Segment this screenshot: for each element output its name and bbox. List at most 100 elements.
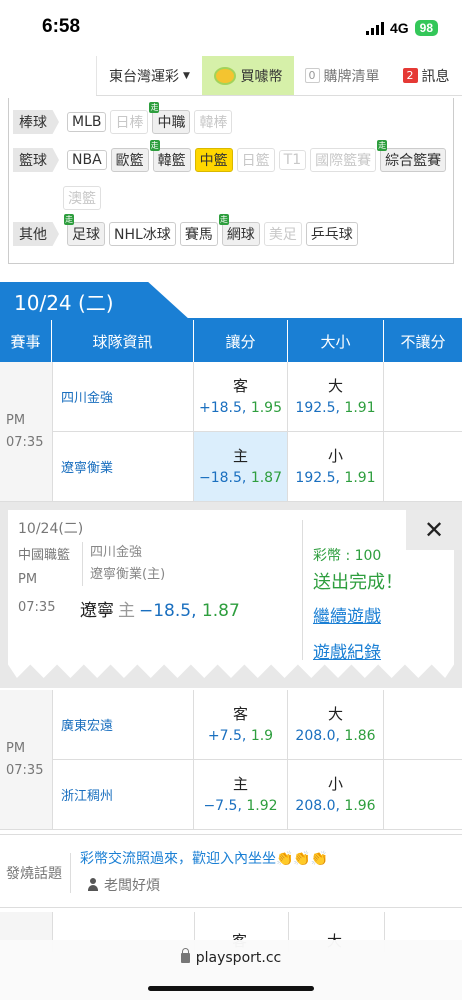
total-odds-cell[interactable]: 大 208.0, 1.86 [288,690,384,759]
walk-tag: 走 [149,102,160,113]
team-name[interactable]: 廣東宏遠 [52,690,194,759]
walk-tag: 走 [218,214,229,225]
signal-icon [365,21,384,35]
team-name[interactable]: 浙江稠州 [52,760,194,829]
moneyline-cell [384,690,462,759]
status-time: 6:58 [42,16,81,37]
category-baseball: 棒球 [13,110,59,134]
chip-nfl: 美足 [263,222,302,246]
continue-game-link[interactable]: 繼續遊戲 [313,602,381,627]
top-nav: 東台灣運彩 ▼ 買噱幣 0 購牌清單 2 訊息 [96,56,462,96]
network-type: 4G [389,20,409,36]
pick-odds: 1.87 [201,601,240,621]
header-team-info: 球隊資訊 [52,320,194,362]
game-time: PM 07:35 [0,690,52,830]
chip-soccer[interactable]: 走足球 [64,214,105,246]
chip-kbo: 韓棒 [194,110,233,134]
status-bar: 6:58 4G 98 [0,0,462,56]
hot-topic-bar: 發燒話題 彩幣交流照過來，歡迎入內坐坐👏👏👏 老闆好煩 [0,834,462,908]
hot-topic-user: 老闆好煩 [86,875,160,895]
game-history-link[interactable]: 遊戲紀錄 [313,638,381,663]
chip-cba[interactable]: 中籃 [194,148,233,172]
chip-tennis[interactable]: 走網球 [218,214,260,246]
popup-coins: 彩幣 : 100 [313,548,382,564]
header-spread: 讓分 [194,320,288,362]
game-time: PM 07:35 [0,362,52,502]
filter-row-basketball: 籃球 NBA 歐籃 走韓籃 中籃 日籃 T1 國際籃賽 走綜合籃賽 [13,140,453,172]
popup-team-home: 遼寧衡業(主) [90,567,166,582]
chip-cpbl[interactable]: 走中職 [149,102,191,134]
bet-confirmation-popup: 10/24(二) 中國職籃 PM 07:35 四川金強 遼寧衡業(主) 遼寧主 −… [0,502,462,688]
hot-topic-username: 老闆好煩 [104,878,160,894]
chip-korea-basketball[interactable]: 走韓籃 [149,140,191,172]
total-odds-cell[interactable]: 小 208.0, 1.96 [288,760,384,829]
filter-row-other: 其他 走足球 NHL冰球 賽馬 走網球 美足 乒乓球 [13,214,358,246]
close-icon[interactable]: ✕ [406,510,462,550]
spread-odds-cell-selected[interactable]: 主 −18.5, 1.87 [194,432,288,501]
category-basketball: 籃球 [13,148,59,172]
battery-icon: 98 [414,20,438,36]
game-row: PM 07:35 四川金強 客 +18.5, 1.95 大 192.5, 1.91… [0,362,462,502]
lottery-dropdown[interactable]: 東台灣運彩 ▼ [96,56,202,95]
buy-coins-button[interactable]: 買噱幣 [202,56,294,95]
filter-row-baseball: 棒球 MLB 日棒 走中職 韓棒 [13,102,233,134]
cart-count-badge: 0 [304,68,320,83]
moneyline-cell [384,760,462,829]
url-text: playsport.cc [195,950,282,966]
messages-label: 訊息 [421,68,450,85]
header-moneyline: 不讓分 [400,332,446,351]
chip-mlb[interactable]: MLB [67,112,107,132]
cart-label: 購牌清單 [323,68,380,85]
walk-tag: 走 [377,140,388,151]
browser-address-bar: playsport.cc [0,940,462,1000]
game-home-row: 遼寧衡業 主 −18.5, 1.87 小 192.5, 1.91 [52,432,462,502]
chip-npb: 日棒 [110,110,149,134]
chip-mixed-basketball[interactable]: 走綜合籃賽 [377,140,447,172]
chip-nhl[interactable]: NHL冰球 [109,222,176,246]
chip-nba[interactable]: NBA [67,150,107,170]
popup-divider [302,520,303,660]
moneyline-cell [384,362,462,431]
pick-side: 主 [118,601,135,621]
popup-status: 送出完成！ [313,572,403,593]
lock-icon [180,948,190,963]
chip-japan-basketball: 日籃 [236,148,275,172]
chip-horse-racing[interactable]: 賽馬 [179,222,218,246]
total-odds-cell[interactable]: 大 192.5, 1.91 [288,362,384,431]
pick-line: −18.5, [139,601,197,621]
caret-down-icon: ▼ [183,70,190,81]
home-indicator[interactable] [148,986,314,991]
chip-euro-basketball[interactable]: 歐籃 [110,148,149,172]
total-odds-cell[interactable]: 小 192.5, 1.91 [288,432,384,501]
walk-tag: 走 [64,214,74,225]
hot-topic-message[interactable]: 彩幣交流照過來，歡迎入內坐坐👏👏👏 [80,848,328,868]
coin-icon [213,66,236,85]
odds-table-header: 賽事 球隊資訊 讓分 大小 不讓分 [0,320,462,362]
popup-time: 07:35 [18,600,56,615]
cart-button[interactable]: 0 購牌清單 [294,56,390,95]
spread-odds-cell[interactable]: 客 +7.5, 1.9 [194,690,288,759]
header-total: 大小 [288,320,384,362]
spread-odds-cell[interactable]: 客 +18.5, 1.95 [194,362,288,431]
game-away-row: 四川金強 客 +18.5, 1.95 大 192.5, 1.91 [52,362,462,432]
chip-table-tennis[interactable]: 乒乓球 [305,222,358,246]
sport-filter-panel: 棒球 MLB 日棒 走中職 韓棒 籃球 NBA 歐籃 走韓籃 中籃 日籃 T1 … [8,98,454,264]
hot-topic-label: 發燒話題 [6,866,62,882]
team-name[interactable]: 四川金強 [52,362,194,431]
messages-button[interactable]: 2 訊息 [390,56,462,95]
lottery-label: 東台灣運彩 [109,68,180,85]
popup-team-away: 四川金強 [90,545,143,560]
moneyline-cell [384,432,462,501]
team-name[interactable]: 遼寧衡業 [52,432,194,501]
category-other: 其他 [13,222,59,246]
popup-league: 中國職籃 [18,548,71,563]
date-tab-bar: 10/24 (二) [0,282,462,320]
game-row: PM 07:35 廣東宏遠 客 +7.5, 1.9 大 208.0, 1.86 浙… [0,690,462,830]
spread-odds-cell[interactable]: 主 −7.5, 1.92 [194,760,288,829]
popup-pick: 遼寧主 −18.5, 1.87 [80,596,240,621]
date-tab[interactable]: 10/24 (二) [0,282,190,320]
popup-ampm: PM [18,572,38,587]
address-bar[interactable]: playsport.cc [0,948,462,966]
game-away-row: 廣東宏遠 客 +7.5, 1.9 大 208.0, 1.86 [52,690,462,760]
pick-team: 遼寧 [80,601,114,621]
